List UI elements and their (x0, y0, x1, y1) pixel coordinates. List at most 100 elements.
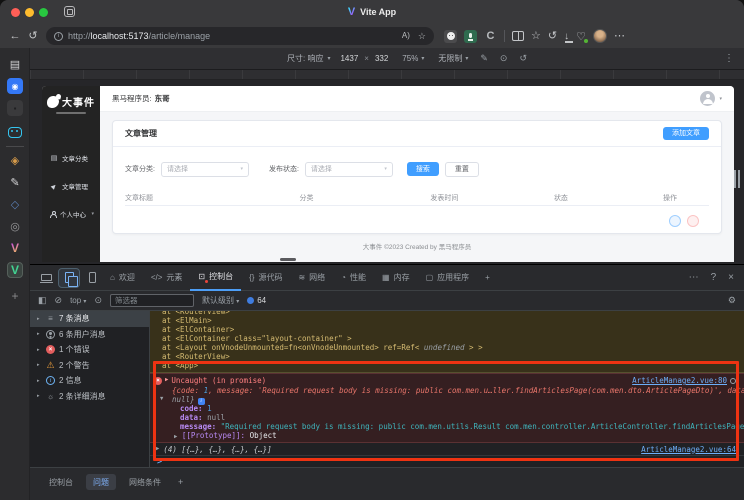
console-array-log[interactable]: ▶ (4) [{…}, {…}, {…}, {…}] ArticleManage… (150, 443, 744, 456)
source-link[interactable]: ArticleManage2.vue:64 (641, 443, 736, 456)
inspect-device-icon[interactable] (36, 269, 56, 287)
sidebar-item-warnings[interactable]: ▸ ⚠ 2 个警告 (30, 358, 149, 374)
status-select[interactable]: 请选择 ▾ (304, 161, 393, 177)
delete-article-button[interactable] (687, 215, 699, 227)
dock-app-vite-icon[interactable]: V (7, 240, 23, 256)
profile-avatar[interactable] (592, 29, 607, 43)
console-sidebar-toggle-icon[interactable]: ◧ (38, 295, 47, 306)
sidebar-item-article-manage[interactable]: ▶ 文章管理 (42, 176, 100, 196)
viewport-resize-handle-bottom[interactable] (280, 258, 296, 261)
drawer-tab-issues[interactable]: 问题 (86, 474, 116, 490)
split-screen-icon[interactable] (512, 31, 524, 41)
error-object-preview[interactable]: ▼ {code: 1, message: 'Required request b… (150, 386, 744, 405)
drawer-tab-console[interactable]: 控制台 (42, 474, 80, 490)
fullscreen-window-button[interactable] (39, 8, 48, 17)
magnifier-icon[interactable] (730, 377, 736, 384)
extension-c-icon[interactable]: C (484, 30, 497, 43)
category-select[interactable]: 请选择 ▾ (160, 161, 249, 177)
browser-essentials-icon[interactable]: ♡ (576, 30, 588, 43)
device-type-select[interactable]: 尺寸: 响应 ▾ (287, 53, 330, 64)
eye-icon[interactable]: ⊙ (500, 53, 508, 64)
back-icon[interactable]: ← (6, 29, 24, 43)
live-expression-eye-icon[interactable]: ⊙ (94, 295, 102, 306)
more-tabs-button[interactable]: + (477, 265, 498, 291)
sidebar-item-all-messages[interactable]: ▸ ≡ 7 条消息 (30, 311, 149, 327)
sidebar-item-info[interactable]: ▸ i 2 信息 (30, 373, 149, 389)
dock-app-layers-icon[interactable]: ◈ (7, 152, 23, 168)
dock-app-hexagon-icon[interactable]: ◇ (7, 196, 23, 212)
sidebar-item-errors[interactable]: ▸ × 1 个错误 (30, 342, 149, 358)
dock-app-tv-robot-icon[interactable] (7, 122, 23, 138)
viewport-height-input[interactable]: 332 (375, 54, 388, 63)
zoom-select[interactable]: 75% ▾ (402, 54, 424, 63)
console-settings-gear-icon[interactable]: ⚙ (728, 295, 736, 306)
sidebar-item-user-center[interactable]: 个人中心 ▾ (42, 204, 100, 224)
edit-article-button[interactable] (669, 215, 681, 227)
user-icon (50, 211, 58, 218)
favorite-star-icon[interactable]: ☆ (418, 31, 426, 42)
tab-application[interactable]: ▢ 应用程序 (418, 265, 478, 291)
devtools-more-icon[interactable]: ⋯ (689, 272, 699, 283)
dock-app-record-icon[interactable]: ◎ (7, 218, 23, 234)
tab-network[interactable]: ≋ 网络 (290, 265, 333, 291)
devtools-close-icon[interactable]: × (728, 272, 734, 283)
extension-panda-icon[interactable] (444, 29, 457, 43)
tab-sources[interactable]: {} 源代码 (241, 265, 290, 291)
device-more-options-icon[interactable]: ⋮ (724, 53, 734, 64)
minimize-window-button[interactable] (25, 8, 34, 17)
settings-more-icon[interactable]: ⋯ (614, 30, 625, 43)
tab-welcome[interactable]: ⌂ 欢迎 (102, 265, 143, 291)
expand-caret-icon[interactable]: ▶ (165, 375, 168, 386)
reload-icon[interactable]: ↺ (24, 29, 42, 43)
address-bar[interactable]: i http://localhost:5173/article/manage A… (46, 27, 434, 45)
dock-add-icon[interactable]: + (7, 288, 23, 304)
add-article-button[interactable]: 添加文章 (663, 127, 709, 140)
viewport-width-input[interactable]: 1437 (340, 54, 358, 63)
workspaces-icon[interactable] (64, 6, 75, 17)
collapse-caret-icon[interactable]: ▼ (160, 396, 163, 402)
clear-console-icon[interactable]: ⊘ (55, 295, 63, 306)
reset-button[interactable]: 重置 (444, 161, 479, 177)
dock-app-dark-icon[interactable]: ▪ (7, 100, 23, 116)
collections-icon[interactable]: ☆ (531, 30, 541, 43)
source-link[interactable]: ArticleManage2.vue:80 (632, 375, 727, 386)
rotate-icon[interactable]: ↺ (519, 53, 527, 64)
device-toolbar-toggle-icon[interactable] (58, 267, 80, 288)
close-window-button[interactable] (11, 8, 20, 17)
throttling-select[interactable]: 无限制 ▾ (438, 53, 468, 64)
dock-app-camera-icon[interactable]: ◉ (7, 78, 23, 94)
sidebar-item-verbose[interactable]: ▸ ☼ 2 条详细消息 (30, 389, 149, 405)
object-prototype[interactable]: ▶ [[Prototype]]: Object (150, 431, 744, 440)
tab-performance[interactable]: ◔ 性能 (333, 265, 374, 291)
chevron-down-icon[interactable]: ▾ (719, 96, 722, 102)
issues-counter[interactable]: 64 (247, 296, 266, 305)
expand-caret-icon[interactable]: ▶ (156, 443, 159, 456)
context-select[interactable]: top ▾ (70, 296, 86, 305)
pen-icon[interactable]: ✎ (480, 53, 488, 64)
console-prompt[interactable]: > (150, 456, 744, 467)
history-icon[interactable]: ↺ (548, 30, 557, 43)
log-level-select[interactable]: 默认级别 ▾ (202, 295, 239, 306)
phone-device-icon[interactable] (82, 269, 102, 287)
console-filter-input[interactable] (109, 294, 194, 307)
drawer-tab-network-conditions[interactable]: 网络条件 (122, 474, 168, 490)
read-aloud-icon[interactable]: A) (402, 31, 410, 42)
drawer-more-tools-icon[interactable]: + (174, 474, 187, 489)
tab-elements[interactable]: </> 元素 (143, 265, 191, 291)
sidebar-item-article-category[interactable]: ▤ 文章分类 (42, 148, 100, 168)
search-button[interactable]: 搜索 (406, 162, 439, 176)
viewport-resize-handle-right[interactable] (734, 170, 736, 188)
extension-recorder-icon[interactable] (464, 29, 477, 43)
dock-app-draw-icon[interactable]: ✎ (7, 174, 23, 190)
home-icon: ⌂ (110, 273, 115, 282)
tab-memory[interactable]: ▦ 内存 (374, 265, 418, 291)
dock-app-notebook-icon[interactable]: ▤ (7, 56, 23, 72)
dock-app-vue-active-icon[interactable]: V (7, 262, 23, 278)
page-avatar[interactable] (700, 91, 716, 106)
sidebar-item-user-messages[interactable]: ▸ 6 条用户消息 (30, 327, 149, 343)
site-info-icon[interactable]: i (54, 31, 63, 41)
downloads-icon[interactable]: ↓ (564, 31, 574, 43)
devtools-help-icon[interactable]: ? (711, 272, 717, 283)
url-text[interactable]: http://localhost:5173/article/manage (68, 31, 397, 41)
tab-console[interactable]: ⊡ 控制台 (190, 265, 242, 291)
